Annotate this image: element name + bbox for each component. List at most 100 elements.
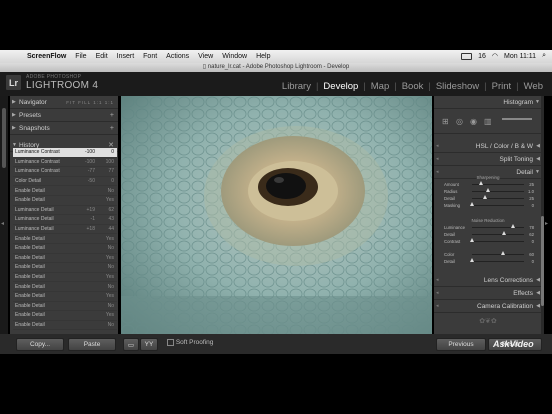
slider-track[interactable]: [472, 234, 524, 235]
right-scrollbar[interactable]: [541, 96, 544, 334]
slider-value[interactable]: 78: [529, 225, 534, 230]
slider-value[interactable]: 62: [529, 232, 534, 237]
slider-masking[interactable]: Masking 0: [436, 202, 540, 209]
history-row[interactable]: Luminance Detail +18 44: [13, 225, 117, 235]
history-row[interactable]: Luminance Contrast -100 100: [13, 158, 117, 168]
slider-knob[interactable]: [470, 258, 474, 262]
history-row[interactable]: Luminance Contrast -100 0: [13, 148, 117, 158]
red-eye-icon[interactable]: ◉: [470, 117, 477, 126]
slider-value[interactable]: 0: [532, 203, 534, 208]
history-row[interactable]: Enable Detail No: [13, 321, 117, 331]
history-row[interactable]: Enable DetailYes: [13, 330, 117, 333]
slider-knob[interactable]: [478, 181, 483, 185]
history-row[interactable]: Enable DetailYes: [13, 234, 117, 244]
slider-track[interactable]: [472, 191, 524, 192]
panel-lens-corrections[interactable]: ◂ Lens Corrections ◀: [434, 274, 542, 287]
history-row[interactable]: Enable Detail No: [13, 244, 117, 254]
slider-track[interactable]: [472, 261, 524, 262]
menu-font[interactable]: Font: [143, 53, 157, 60]
slider-radius[interactable]: Radius 1.0: [436, 188, 540, 195]
history-row[interactable]: Enable Detail No: [13, 282, 117, 292]
slider-detail[interactable]: Detail 62: [436, 231, 540, 238]
panel-snapshots[interactable]: ▶ Snapshots +: [10, 122, 118, 135]
slider-track[interactable]: [472, 254, 524, 255]
history-row[interactable]: Enable DetailYes: [13, 254, 117, 264]
panel-camera-calibration[interactable]: ◂ Camera Calibration ◀: [434, 300, 542, 313]
slider-knob[interactable]: [470, 202, 474, 206]
slider-knob[interactable]: [510, 224, 515, 228]
slider-detail[interactable]: Detail 0: [436, 258, 540, 265]
slider-value[interactable]: 60: [529, 252, 534, 257]
module-develop[interactable]: Develop: [318, 81, 363, 92]
module-web[interactable]: Web: [519, 81, 548, 92]
spotlight-icon[interactable]: ⌕: [542, 52, 546, 60]
clock[interactable]: Mon 11:11: [504, 53, 536, 60]
history-row[interactable]: Luminance Detail -1 43: [13, 215, 117, 225]
history-row[interactable]: Luminance Contrast -77 77: [13, 167, 117, 177]
slider-knob[interactable]: [483, 195, 487, 199]
slider-knob[interactable]: [470, 238, 474, 242]
slider-contrast[interactable]: Contrast 0: [436, 238, 540, 245]
slider-value[interactable]: 25: [529, 182, 534, 187]
left-scrollbar[interactable]: [2, 108, 6, 168]
navigator-zoom-options[interactable]: FIT FILL 1:1 1:1: [66, 100, 114, 105]
module-slideshow[interactable]: Slideshow: [431, 81, 484, 92]
adjustment-brush-icon[interactable]: [502, 118, 532, 120]
loupe-view-icon[interactable]: ▭: [123, 338, 139, 351]
history-row[interactable]: Enable Detail No: [13, 186, 117, 196]
collapse-right-icon[interactable]: ▸: [545, 220, 548, 227]
wifi-icon[interactable]: ◠: [492, 52, 498, 60]
menu-insert[interactable]: Insert: [117, 53, 135, 60]
menu-window[interactable]: Window: [222, 53, 247, 60]
slider-knob[interactable]: [502, 231, 507, 235]
slider-track[interactable]: [472, 227, 524, 228]
panel-navigator[interactable]: ▶ Navigator FIT FILL 1:1 1:1: [10, 96, 118, 109]
history-row[interactable]: Enable Detail No: [13, 263, 117, 273]
menu-view[interactable]: View: [198, 53, 213, 60]
menu-help[interactable]: Help: [256, 53, 270, 60]
copy-button[interactable]: Copy...: [16, 338, 64, 351]
history-row[interactable]: Enable DetailYes: [13, 273, 117, 283]
slider-knob[interactable]: [501, 251, 506, 255]
add-preset-icon[interactable]: +: [110, 112, 114, 119]
slider-color[interactable]: Color 60: [436, 251, 540, 258]
slider-value[interactable]: 0: [532, 259, 534, 264]
checkbox-icon[interactable]: [167, 339, 174, 346]
panel-effects[interactable]: ◂ Effects ◀: [434, 287, 542, 300]
slider-track[interactable]: [472, 241, 524, 242]
module-library[interactable]: Library: [277, 81, 316, 92]
panel-histogram[interactable]: Histogram ▼: [434, 96, 542, 109]
slider-amount[interactable]: Amount 25: [436, 181, 540, 188]
right-scrollbar-thumb[interactable]: [541, 216, 544, 306]
slider-track[interactable]: [472, 205, 524, 206]
slider-luminance[interactable]: Luminance 78: [436, 224, 540, 231]
menu-file[interactable]: File: [75, 53, 86, 60]
slider-knob[interactable]: [485, 188, 490, 192]
module-print[interactable]: Print: [487, 81, 517, 92]
history-row[interactable]: Enable DetailYes: [13, 311, 117, 321]
history-row[interactable]: Enable DetailYes: [13, 292, 117, 302]
collapse-left-icon[interactable]: ◂: [1, 220, 4, 227]
slider-value[interactable]: 0: [532, 239, 534, 244]
panel-split-toning[interactable]: ◂ Split Toning ◀: [434, 153, 542, 166]
panel-hsl[interactable]: ◂ HSL / Color / B & W ◀: [434, 140, 542, 153]
before-after-icon[interactable]: YY: [140, 338, 158, 351]
soft-proofing-toggle[interactable]: Soft Proofing: [167, 339, 213, 346]
paste-button[interactable]: Paste: [68, 338, 116, 351]
crop-tool-icon[interactable]: ⊞: [442, 117, 449, 126]
previous-button[interactable]: Previous: [436, 338, 486, 351]
history-row[interactable]: Enable DetailYes: [13, 196, 117, 206]
slider-value[interactable]: 1.0: [528, 189, 534, 194]
history-row[interactable]: Color Detail -50 0: [13, 177, 117, 187]
spot-removal-icon[interactable]: ◎: [456, 117, 463, 126]
history-row[interactable]: Enable Detail No: [13, 302, 117, 312]
module-book[interactable]: Book: [397, 81, 429, 92]
graduated-filter-icon[interactable]: ▥: [484, 117, 492, 126]
history-row[interactable]: Luminance Detail +19 62: [13, 206, 117, 216]
menu-actions[interactable]: Actions: [166, 53, 189, 60]
menu-app[interactable]: ScreenFlow: [27, 53, 66, 60]
slider-detail[interactable]: Detail 25: [436, 195, 540, 202]
photo-preview[interactable]: [121, 96, 432, 334]
slider-track[interactable]: [472, 198, 524, 199]
battery-icon[interactable]: [461, 52, 473, 60]
